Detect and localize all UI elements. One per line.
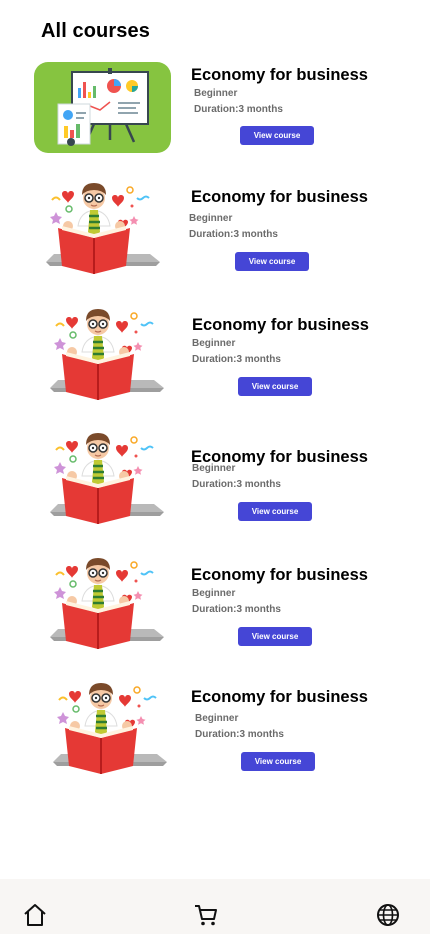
nav-globe-button[interactable] [375,902,401,928]
course-card: Economy for business Beginner Duration:3… [0,432,430,542]
course-duration: Duration:3 months [192,604,281,615]
home-icon [24,904,46,926]
bottom-nav [0,879,430,934]
course-thumbnail [38,308,175,403]
view-course-button[interactable]: View course [238,627,312,646]
boy-reading-book-image [44,182,162,276]
course-thumbnail [38,432,175,527]
globe-icon [377,904,399,926]
presentation-board-image [34,60,171,155]
view-course-button[interactable]: View course [240,126,314,145]
course-title: Economy for business [191,566,368,584]
course-duration: Duration:3 months [192,354,281,365]
page-title: All courses [41,20,150,42]
course-level: Beginner [195,713,239,724]
course-card: Economy for business Beginner Duration:3… [0,682,430,792]
course-thumbnail [34,60,171,155]
course-duration: Duration:3 months [194,104,283,115]
boy-reading-book-image [48,557,166,651]
cart-icon [195,905,217,926]
view-course-button[interactable]: View course [235,252,309,271]
course-duration: Duration:3 months [192,479,281,490]
course-card: Economy for business Beginner Duration:3… [0,557,430,667]
view-course-button[interactable]: View course [238,502,312,521]
view-course-button[interactable]: View course [238,377,312,396]
course-title: Economy for business [191,688,368,706]
course-card: Economy for business Beginner Duration:3… [0,182,430,292]
course-card: Economy for business Beginner Duration:3… [0,60,430,170]
course-thumbnail [41,682,178,777]
course-level: Beginner [192,463,236,474]
course-card: Economy for business Beginner Duration:3… [0,308,430,418]
boy-reading-book-image [48,432,166,526]
course-thumbnail [38,557,175,652]
course-title: Economy for business [191,66,368,84]
course-level: Beginner [194,88,238,99]
course-level: Beginner [189,213,233,224]
nav-home-button[interactable] [22,902,48,928]
course-duration: Duration:3 months [189,229,278,240]
course-level: Beginner [192,338,236,349]
course-level: Beginner [192,588,236,599]
course-thumbnail [34,182,171,277]
course-duration: Duration:3 months [195,729,284,740]
course-title: Economy for business [192,316,369,334]
nav-cart-button[interactable] [193,902,219,928]
view-course-button[interactable]: View course [241,752,315,771]
course-title: Economy for business [191,188,368,206]
boy-reading-book-image [51,682,169,776]
boy-reading-book-image [48,308,166,402]
